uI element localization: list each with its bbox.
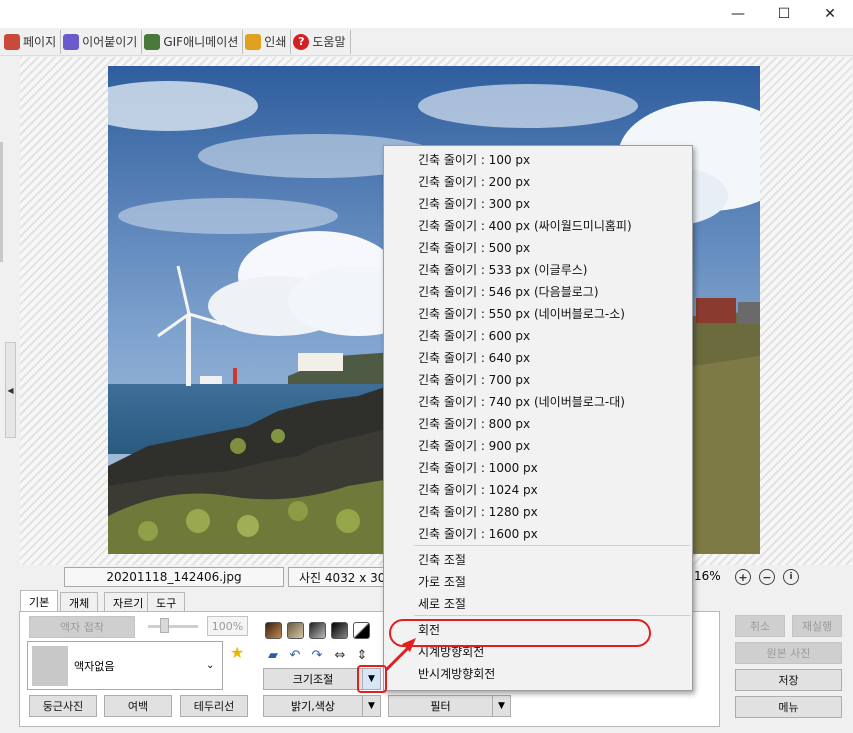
pointer-arrow (384, 638, 416, 672)
tab-crop[interactable]: 자르기 (104, 592, 153, 612)
menu-help[interactable]: ? 도움말 (291, 29, 351, 54)
filter-dropdown[interactable]: 필터 ▼ (388, 695, 511, 717)
save-button[interactable]: 저장 (735, 669, 842, 691)
page-icon (4, 33, 20, 50)
star-icon[interactable]: ★ (230, 643, 244, 662)
menu-item-shrink[interactable]: 긴축 줄이기 : 300 px (418, 192, 530, 214)
resize-label: 크기조절 (292, 673, 334, 686)
effect-swatch-1[interactable] (265, 622, 282, 639)
zoom-in-icon[interactable]: + (735, 569, 751, 585)
collapse-handle[interactable]: ◀ (5, 342, 16, 438)
menu-item-shrink[interactable]: 긴축 줄이기 : 533 px (이글루스) (418, 258, 587, 280)
flip-horizontal-icon[interactable]: ⇔ (331, 646, 349, 664)
rotate-left-icon[interactable]: ↶ (286, 646, 304, 664)
menu-separator (414, 545, 690, 546)
menu-item-shrink[interactable]: 긴축 줄이기 : 900 px (418, 434, 530, 456)
round-photo-button[interactable]: 둥근사진 (29, 695, 97, 717)
filter-arrow-icon: ▼ (492, 696, 510, 716)
menu-gif-label: GIF애니메이션 (163, 35, 239, 49)
menu-item-adjust[interactable]: 세로 조절 (418, 592, 466, 614)
menu-item-shrink[interactable]: 긴축 줄이기 : 546 px (다음블로그) (418, 280, 599, 302)
minimize-button[interactable]: — (715, 0, 761, 28)
menu-item-shrink[interactable]: 긴축 줄이기 : 400 px (싸이월드미니홈피) (418, 214, 632, 236)
menu-item-shrink[interactable]: 긴축 줄이기 : 700 px (418, 368, 530, 390)
menu-item-shrink[interactable]: 긴축 줄이기 : 1280 px (418, 500, 538, 522)
tab-object[interactable]: 개체 (60, 592, 99, 612)
frame-select[interactable]: 액자없음 ⌄ (27, 641, 223, 690)
menu-gif[interactable]: GIF애니메이션 (142, 29, 244, 54)
opacity-slider-track[interactable] (148, 625, 198, 628)
brightness-arrow-icon: ▼ (362, 696, 380, 716)
effect-swatch-5[interactable] (353, 622, 370, 639)
maximize-button[interactable]: ☐ (761, 0, 807, 28)
tab-basic[interactable]: 기본 (20, 590, 59, 612)
help-icon: ? (293, 33, 310, 50)
menu-item-shrink[interactable]: 긴축 줄이기 : 550 px (네이버블로그-소) (418, 302, 625, 324)
zoom-out-icon[interactable]: − (759, 569, 775, 585)
join-icon (63, 33, 80, 50)
menu-item-shrink[interactable]: 긴축 줄이기 : 500 px (418, 236, 530, 258)
brightness-dropdown[interactable]: 밝기,색상 ▼ (263, 695, 381, 717)
menu-item-shrink[interactable]: 긴축 줄이기 : 740 px (네이버블로그-대) (418, 390, 625, 412)
menu-page-label: 페이지 (23, 35, 57, 49)
menu-join-label: 이어붙이기 (82, 35, 138, 49)
menu-item-shrink[interactable]: 긴축 줄이기 : 600 px (418, 324, 530, 346)
border-line-button[interactable]: 테두리선 (180, 695, 248, 717)
chevron-left-icon: ◀ (7, 385, 14, 395)
title-bar: — ☐ ✕ (0, 0, 853, 28)
effect-swatch-2[interactable] (287, 622, 304, 639)
filename-field: 20201118_142406.jpg (64, 567, 284, 587)
menu-item-shrink[interactable]: 긴축 줄이기 : 640 px (418, 346, 530, 368)
menu-print-label: 인쇄 (264, 35, 287, 49)
menu-button[interactable]: 메뉴 (735, 696, 842, 718)
menu-item-shrink[interactable]: 긴축 줄이기 : 200 px (418, 170, 530, 192)
print-icon (245, 33, 262, 50)
opacity-slider-thumb[interactable] (160, 618, 169, 633)
filter-label: 필터 (430, 700, 451, 713)
info-icon[interactable]: i (783, 569, 799, 585)
menu-item-shrink[interactable]: 긴축 줄이기 : 800 px (418, 412, 530, 434)
brightness-label: 밝기,색상 (291, 700, 335, 713)
zoom-level: 16% (694, 569, 721, 583)
rotate-right-icon[interactable]: ↷ (308, 646, 326, 664)
tab-tools[interactable]: 도구 (147, 592, 186, 612)
close-button[interactable]: ✕ (807, 0, 853, 28)
menu-item-adjust[interactable]: 가로 조절 (418, 570, 466, 592)
left-pane: ◀ (0, 57, 20, 565)
resize-context-menu: 긴축 줄이기 : 100 px 긴축 줄이기 : 200 px 긴축 줄이기 : 3… (383, 145, 693, 691)
opacity-field[interactable]: 100% (207, 616, 248, 636)
menu-item-shrink[interactable]: 긴축 줄이기 : 1024 px (418, 478, 538, 500)
gif-icon (144, 33, 161, 50)
cancel-button[interactable]: 취소 (735, 615, 785, 637)
menu-item-shrink[interactable]: 긴축 줄이기 : 1600 px (418, 522, 538, 544)
menu-item-adjust[interactable]: 긴축 조절 (418, 548, 466, 570)
menu-join[interactable]: 이어붙이기 (61, 29, 143, 54)
original-photo-button[interactable]: 원본 사진 (735, 642, 842, 664)
flip-icon[interactable]: ▰ (264, 646, 282, 664)
left-pane-strip (0, 142, 3, 262)
menu-bar: 페이지 이어붙이기 GIF애니메이션 인쇄 ? 도움말 (0, 28, 853, 56)
menu-print[interactable]: 인쇄 (243, 29, 292, 54)
effect-swatch-3[interactable] (309, 622, 326, 639)
menu-separator (414, 615, 690, 616)
image-info-field: 사진 4032 x 302 (288, 567, 388, 587)
flip-vertical-icon[interactable]: ⇕ (353, 646, 371, 664)
effect-swatch-4[interactable] (331, 622, 348, 639)
frame-select-label: 액자없음 (74, 659, 115, 673)
chevron-down-icon: ⌄ (206, 660, 215, 671)
menu-item-rotate[interactable]: 반시계방향회전 (418, 662, 495, 684)
menu-item-shrink[interactable]: 긴축 줄이기 : 1000 px (418, 456, 538, 478)
menu-page[interactable]: 페이지 (2, 29, 62, 54)
highlight-oval (389, 619, 651, 647)
frame-apply-button[interactable]: 액자 접착 (29, 616, 135, 638)
menu-help-label: 도움말 (312, 35, 346, 49)
frame-thumbnail (32, 645, 68, 686)
menu-item-shrink[interactable]: 긴축 줄이기 : 100 px (418, 148, 530, 170)
redo-button[interactable]: 재실행 (792, 615, 842, 637)
margin-button[interactable]: 여백 (104, 695, 172, 717)
